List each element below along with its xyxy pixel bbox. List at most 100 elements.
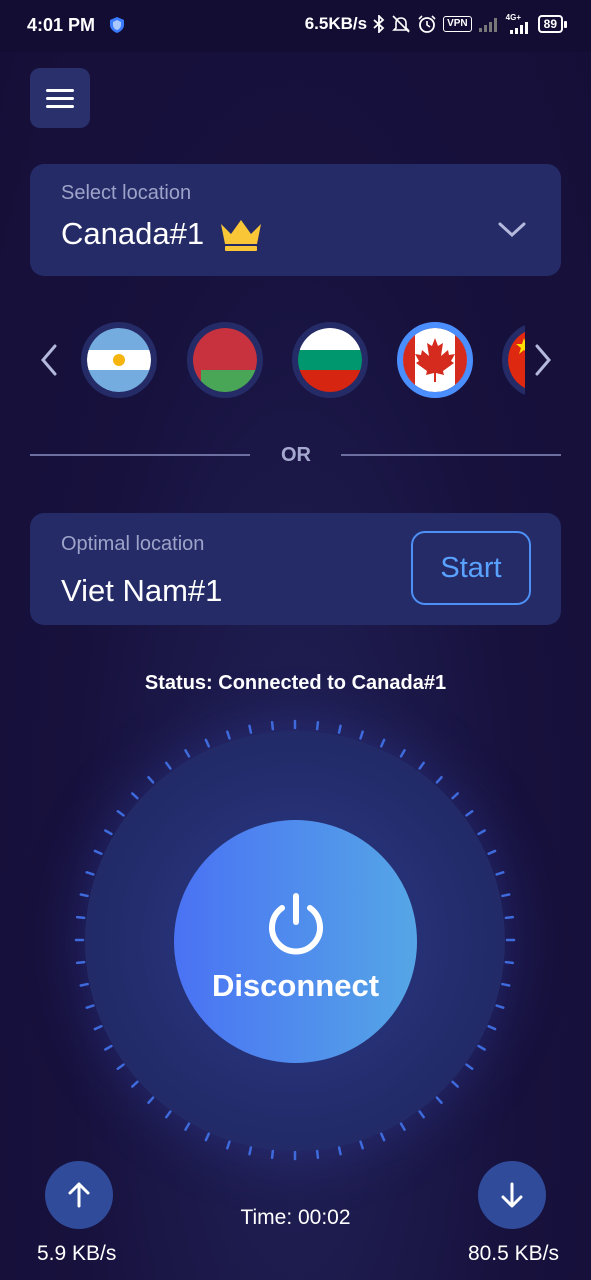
ring-tick — [379, 738, 386, 748]
select-location-dropdown[interactable]: Select location Canada#1 — [30, 164, 561, 276]
ring-tick — [270, 1149, 275, 1160]
signal-icon — [509, 22, 528, 34]
optimal-location-value: Viet Nam#1 — [61, 573, 223, 608]
battery-tip — [564, 20, 567, 28]
ring-tick — [504, 915, 515, 920]
selected-location-value: Canada#1 — [61, 216, 205, 251]
flag-china[interactable] — [502, 322, 525, 398]
flags-carousel — [80, 320, 525, 400]
ring-tick — [451, 1080, 459, 1088]
ring-tick — [75, 960, 86, 965]
ring-tick — [465, 810, 474, 817]
network-type: 4G+ — [505, 13, 521, 22]
shield-icon — [110, 17, 124, 33]
ring-tick — [487, 1024, 497, 1031]
chevron-left-icon[interactable] — [36, 340, 62, 380]
flag-bulgaria[interactable] — [292, 322, 368, 398]
flag-belarus[interactable] — [187, 322, 263, 398]
selected-location: Canada#1 — [61, 216, 264, 252]
ring-tick — [79, 893, 89, 898]
disconnect-button[interactable]: Disconnect — [174, 820, 417, 1063]
optimal-location-label: Optimal location — [61, 533, 205, 555]
disconnect-label: Disconnect — [211, 968, 380, 1003]
ring-tick — [270, 720, 275, 731]
select-location-label: Select location — [61, 182, 192, 204]
download-speed: 80.5 KB/s — [467, 1242, 559, 1265]
ring-tick — [147, 1096, 155, 1104]
battery-level: 89 — [537, 15, 563, 33]
argentina-flag-icon — [87, 328, 151, 392]
muted-bell-icon — [392, 15, 411, 33]
ring-tick — [226, 1140, 231, 1150]
status-time: 4:01 PM — [27, 15, 96, 35]
ring-tick — [104, 1044, 113, 1051]
canada-flag-icon — [403, 328, 467, 392]
download-indicator — [478, 1161, 546, 1229]
ring-tick — [359, 1140, 364, 1150]
status-icons: 6.5KB/s VPN 4G+ 89 — [305, 14, 567, 34]
ring-tick — [85, 1004, 95, 1009]
net-speed: 6.5KB/s — [304, 14, 368, 33]
mobile-signal: 4G+ — [506, 14, 532, 34]
ring-tick — [418, 761, 425, 770]
signal-weak-icon — [478, 18, 497, 32]
ring-tick — [379, 1132, 386, 1142]
ring-tick — [93, 1024, 103, 1031]
vpn-badge: VPN — [443, 16, 472, 32]
ring-tick — [501, 982, 511, 987]
ring-tick — [495, 1004, 505, 1009]
ring-tick — [487, 849, 497, 856]
ring-tick — [465, 1063, 474, 1070]
ring-tick — [248, 724, 253, 734]
ring-tick — [315, 1149, 320, 1160]
ring-tick — [435, 776, 443, 784]
start-button[interactable]: Start — [411, 531, 531, 605]
power-icon — [268, 893, 323, 955]
alarm-icon — [418, 15, 436, 33]
or-divider-text: OR — [281, 444, 311, 466]
ring-tick — [79, 982, 89, 987]
ring-tick — [435, 1096, 443, 1104]
menu-button[interactable] — [30, 68, 90, 128]
ring-tick — [93, 849, 103, 856]
ring-tick — [184, 1122, 191, 1131]
upload-speed: 5.9 KB/s — [37, 1242, 117, 1265]
ring-tick — [501, 893, 511, 898]
ring-tick — [147, 776, 155, 784]
ring-tick — [165, 1110, 172, 1119]
ring-tick — [226, 730, 231, 740]
ring-tick — [399, 749, 406, 758]
ring-tick — [116, 810, 125, 817]
ring-tick — [477, 829, 486, 836]
chevron-right-icon[interactable] — [530, 340, 556, 380]
status-bar: 4:01 PM 6.5KB/s VPN 4G+ 89 — [0, 0, 591, 52]
ring-tick — [477, 1044, 486, 1051]
ring-tick — [204, 1132, 211, 1142]
battery-indicator: 89 — [537, 15, 567, 33]
ring-tick — [337, 724, 342, 734]
crown-icon — [221, 220, 262, 251]
ring-tick — [131, 1080, 139, 1088]
ring-tick — [131, 792, 139, 800]
ring-tick — [116, 1063, 125, 1070]
connection-status: Status: Connected to Canada#1 — [144, 672, 447, 694]
flag-canada[interactable] — [397, 322, 473, 398]
divider-right — [341, 454, 561, 456]
bulgaria-flag-icon — [298, 328, 362, 392]
ring-tick — [495, 871, 505, 876]
ring-tick — [451, 792, 459, 800]
ring-tick — [204, 738, 211, 748]
belarus-flag-icon — [193, 328, 257, 392]
ring-tick — [85, 871, 95, 876]
flag-argentina[interactable] — [81, 322, 157, 398]
ring-tick — [418, 1110, 425, 1119]
ring-tick — [248, 1146, 253, 1156]
chevron-down-icon[interactable] — [497, 220, 527, 240]
china-flag-icon — [508, 328, 525, 392]
arrow-down-icon — [501, 1182, 523, 1208]
ring-tick — [315, 720, 320, 731]
vpn-home-screen: 4:01 PM 6.5KB/s VPN 4G+ 89 Select locati… — [0, 0, 591, 1280]
optimal-location-card: Optimal location Viet Nam#1 Start — [30, 513, 561, 625]
ring-tick — [165, 761, 172, 770]
ring-tick — [184, 749, 191, 758]
